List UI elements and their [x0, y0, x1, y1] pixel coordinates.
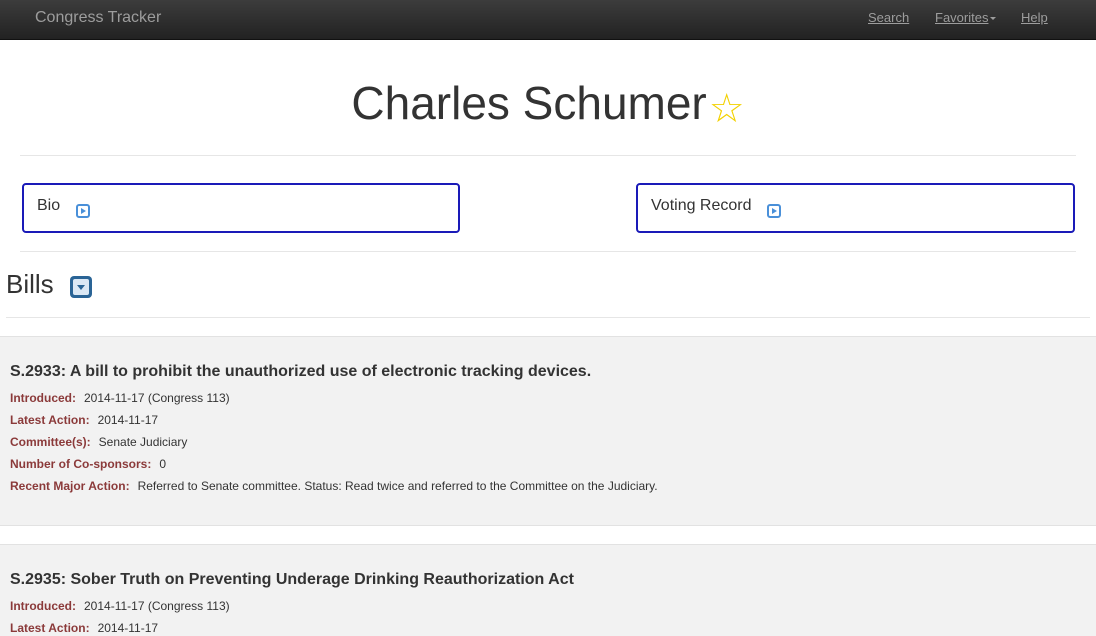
nav-favorites-dropdown[interactable]: Favorites: [935, 10, 997, 25]
bill-latest-action-row: Latest Action: 2014-11-17: [10, 621, 158, 635]
bills-heading: Bills: [6, 269, 54, 299]
divider: [6, 317, 1090, 318]
bill-recent-major-action-row: Recent Major Action: Referred to Senate c…: [10, 479, 658, 493]
divider: [20, 251, 1076, 252]
page-title: Charles Schumer☆: [0, 76, 1096, 132]
expand-right-icon: [767, 204, 781, 218]
member-name: Charles Schumer: [351, 77, 707, 129]
bill-title[interactable]: S.2935: Sober Truth on Preventing Undera…: [10, 571, 574, 589]
introduced-label: Introduced:: [10, 599, 76, 613]
favorite-star-icon[interactable]: ☆: [709, 87, 745, 131]
navbar: Congress Tracker Search Favorites Help: [0, 0, 1096, 40]
voting-record-panel-button[interactable]: Voting Record: [636, 183, 1075, 233]
expand-right-icon: [76, 204, 90, 218]
introduced-label: Introduced:: [10, 391, 76, 405]
bio-panel-button[interactable]: Bio: [22, 183, 460, 233]
brand-link[interactable]: Congress Tracker: [35, 9, 161, 27]
introduced-value: 2014-11-17 (Congress 113): [84, 599, 230, 613]
latest-action-label: Latest Action:: [10, 621, 90, 635]
nav-search-link[interactable]: Search: [868, 10, 909, 25]
divider: [20, 155, 1076, 156]
bill-card: S.2935: Sober Truth on Preventing Undera…: [0, 544, 1096, 636]
latest-action-label: Latest Action:: [10, 413, 90, 427]
committees-label: Committee(s):: [10, 435, 91, 449]
committees-value: Senate Judiciary: [98, 435, 188, 449]
latest-action-value: 2014-11-17: [97, 621, 159, 635]
latest-action-value: 2014-11-17: [97, 413, 159, 427]
recent-major-action-value: Referred to Senate committee. Status: Re…: [137, 479, 658, 493]
nav-favorites-label: Favorites: [935, 10, 989, 25]
bill-committees-row: Committee(s): Senate Judiciary: [10, 435, 187, 449]
voting-record-label: Voting Record: [651, 197, 752, 214]
bill-title[interactable]: S.2933: A bill to prohibit the unauthori…: [10, 363, 591, 381]
cosponsors-value: 0: [159, 457, 167, 471]
nav-help-link[interactable]: Help: [1021, 10, 1048, 25]
bio-label: Bio: [37, 197, 61, 214]
caret-down-icon: [990, 17, 997, 21]
bill-card: S.2933: A bill to prohibit the unauthori…: [0, 336, 1096, 526]
recent-major-action-label: Recent Major Action:: [10, 479, 130, 493]
bill-introduced-row: Introduced: 2014-11-17 (Congress 113): [10, 391, 230, 405]
cosponsors-label: Number of Co-sponsors:: [10, 457, 152, 471]
bill-cosponsors-row: Number of Co-sponsors: 0: [10, 457, 166, 471]
bill-latest-action-row: Latest Action: 2014-11-17: [10, 413, 158, 427]
collapse-down-icon[interactable]: [70, 276, 92, 298]
introduced-value: 2014-11-17 (Congress 113): [84, 391, 230, 405]
bill-introduced-row: Introduced: 2014-11-17 (Congress 113): [10, 599, 230, 613]
